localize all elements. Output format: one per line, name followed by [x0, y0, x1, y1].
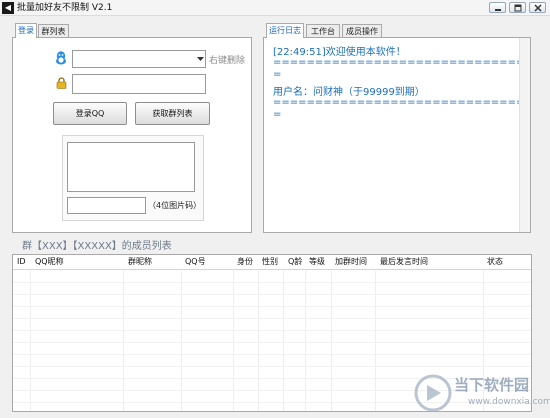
qq-penguin-icon: [56, 51, 66, 65]
minimize-button[interactable]: [489, 2, 506, 13]
tab-member-ops[interactable]: 成员操作: [342, 24, 382, 38]
tab-run-log[interactable]: 运行日志: [266, 23, 304, 38]
column-header-join-time[interactable]: 加群时间: [335, 255, 367, 269]
title-bar: ◀ 批量加好友不限制 V2.1: [0, 0, 550, 16]
watermark-url: www.downxia.com: [468, 397, 550, 407]
tab-workbench[interactable]: 工作台: [306, 24, 340, 38]
log-line: =: [273, 69, 282, 80]
captcha-image: [67, 142, 195, 192]
log-text-area[interactable]: [22:49:51]欢迎使用本软件！ =====================…: [265, 39, 519, 231]
tab-group-list[interactable]: 群列表: [38, 24, 69, 38]
log-line: ==================================: [273, 57, 519, 68]
close-icon: [534, 4, 542, 12]
chevron-down-icon[interactable]: [197, 57, 204, 62]
password-field[interactable]: [72, 74, 206, 94]
column-header-level[interactable]: 等级: [309, 255, 325, 269]
column-header-role[interactable]: 身份: [237, 255, 253, 269]
watermark: 当下软件园 www.downxia.com: [414, 372, 550, 414]
get-group-list-button[interactable]: 获取群列表: [135, 102, 210, 125]
column-header-last-speak-time[interactable]: 最后发言时间: [380, 255, 428, 269]
column-header-group-nickname[interactable]: 群昵称: [128, 255, 152, 269]
log-line: =: [273, 109, 282, 120]
column-header-qq-number[interactable]: QQ号: [185, 255, 206, 269]
column-header-status[interactable]: 状态: [487, 255, 503, 269]
maximize-button[interactable]: [509, 2, 526, 13]
lock-icon: [56, 77, 67, 89]
captcha-hint: （4位图片码）: [148, 201, 202, 210]
column-header-q-age[interactable]: Q龄: [288, 255, 302, 269]
member-list-title: 群【XXX】【XXXXX】的成员列表: [22, 241, 172, 252]
account-input[interactable]: [74, 52, 192, 66]
right-click-delete-label: 右键删除: [209, 56, 246, 66]
login-panel: 右键删除 登录QQ 获取群列表 （4位图片码）: [12, 37, 252, 233]
login-qq-button[interactable]: 登录QQ: [53, 102, 127, 125]
table-header: ID QQ昵称 群昵称 QQ号 身份 性别 Q龄 等级 加群时间 最后发言时间 …: [13, 255, 531, 270]
captcha-area: （4位图片码）: [62, 135, 204, 221]
log-line: 用户名：问财神（于99999到期）: [273, 87, 425, 98]
log-scrollbar[interactable]: [519, 38, 530, 232]
column-header-qq-nickname[interactable]: QQ昵称: [35, 255, 64, 269]
column-header-id[interactable]: ID: [17, 255, 26, 269]
column-header-gender[interactable]: 性别: [262, 255, 278, 269]
log-line: [22:49:51]欢迎使用本软件！: [273, 47, 406, 58]
close-button[interactable]: [529, 2, 546, 13]
log-panel: [22:49:51]欢迎使用本软件！ =====================…: [263, 37, 531, 233]
tab-login[interactable]: 登录: [15, 23, 37, 38]
log-line: ==================================: [273, 97, 519, 108]
window-title: 批量加好友不限制 V2.1: [17, 3, 113, 13]
app-icon[interactable]: ◀: [2, 2, 14, 14]
captcha-input[interactable]: [67, 197, 146, 214]
watermark-text: 当下软件园: [454, 376, 530, 394]
minimize-icon: [495, 9, 501, 11]
watermark-logo-icon: [414, 374, 452, 412]
account-combobox[interactable]: [72, 50, 206, 68]
maximize-icon: [514, 4, 522, 12]
